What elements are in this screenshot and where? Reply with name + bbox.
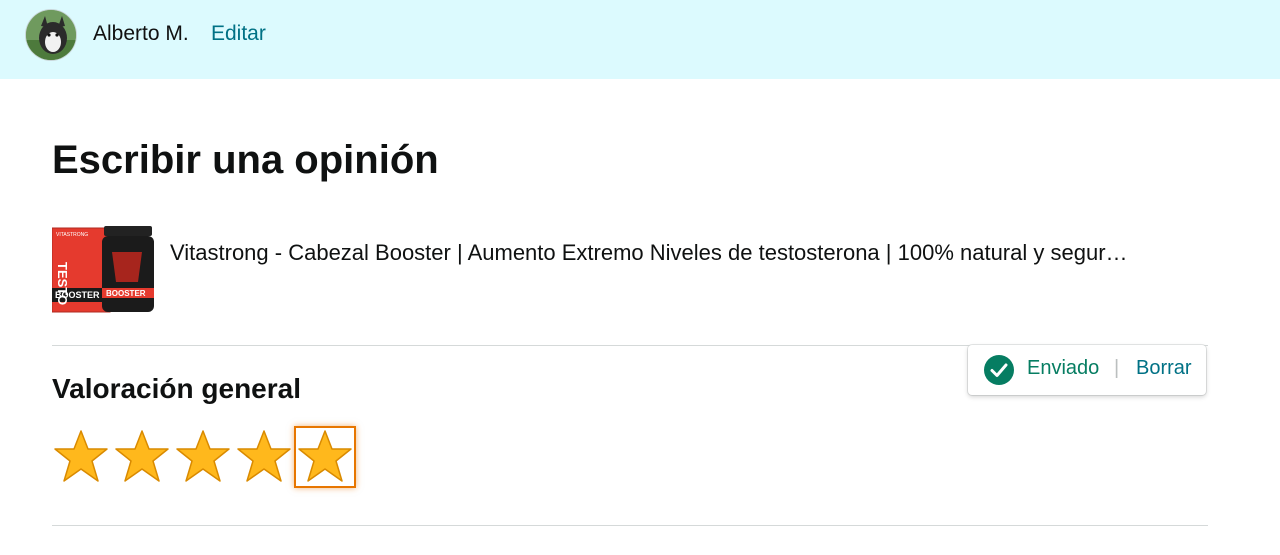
edit-profile-link[interactable]: Editar [211, 22, 266, 46]
star-1-icon[interactable] [52, 428, 110, 486]
divider [52, 525, 1208, 526]
svg-text:VITASTRONG: VITASTRONG [56, 232, 88, 238]
check-circle-icon [984, 355, 1014, 385]
delete-rating-link[interactable]: Borrar [1136, 357, 1192, 380]
svg-text:BOOSTER: BOOSTER [55, 290, 100, 300]
product-title[interactable]: Vitastrong - Cabezal Booster | Aumento E… [170, 238, 1195, 268]
overall-rating-title: Valoración general [52, 373, 301, 404]
status-sent-label: Enviado [1027, 357, 1100, 379]
star-5-icon[interactable] [294, 426, 356, 488]
top-bar: Alberto M. Editar [0, 0, 1280, 79]
user-name: Alberto M. [93, 22, 189, 45]
avatar-image [26, 10, 76, 60]
star-2-icon[interactable] [113, 428, 171, 486]
page-title: Escribir una opinión [52, 138, 439, 182]
status-separator: | [1114, 357, 1120, 379]
product-image[interactable]: VITASTRONG TESTO BOOSTER BOOSTER [51, 222, 156, 314]
star-3-icon[interactable] [174, 428, 232, 486]
svg-text:BOOSTER: BOOSTER [106, 289, 146, 298]
avatar[interactable] [26, 10, 76, 60]
star-4-icon[interactable] [235, 428, 293, 486]
submission-status: Enviado | Borrar [968, 345, 1206, 395]
